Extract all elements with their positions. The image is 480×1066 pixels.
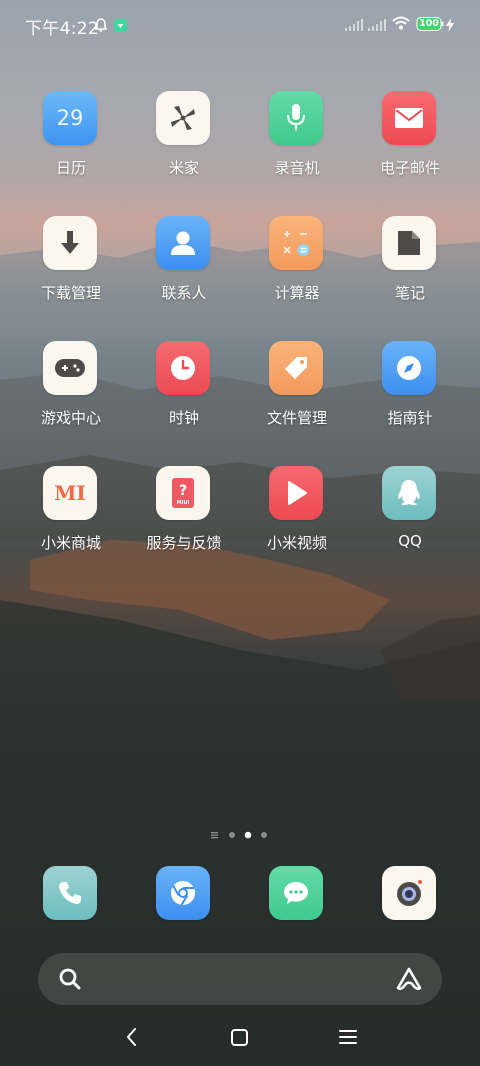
app-mi-store[interactable]: MI 小米商城 bbox=[15, 466, 127, 576]
app-label: 下载管理 bbox=[40, 284, 101, 302]
home-icon[interactable] bbox=[230, 1022, 250, 1056]
svg-text:?: ? bbox=[179, 483, 187, 499]
app-label: 电子邮件 bbox=[379, 159, 440, 177]
app-game-center[interactable]: 游戏中心 bbox=[15, 341, 127, 451]
signal-sim2-icon bbox=[367, 17, 387, 36]
video-play-icon bbox=[269, 466, 323, 520]
gamepad-icon bbox=[43, 341, 97, 395]
page-menu-lines-icon bbox=[211, 832, 218, 839]
app-notes[interactable]: 笔记 bbox=[354, 216, 466, 326]
app-email[interactable]: 电子邮件 bbox=[354, 91, 466, 201]
app-label: 计算器 bbox=[274, 284, 320, 302]
status-bar: 下午4:22 100 bbox=[0, 0, 480, 50]
app-label: 日历 bbox=[55, 159, 86, 177]
app-label: 指南针 bbox=[387, 409, 433, 427]
app-label: 服务与反馈 bbox=[146, 534, 222, 552]
app-contacts[interactable]: 联系人 bbox=[128, 216, 240, 326]
search-icon[interactable] bbox=[58, 967, 82, 995]
calendar-date: 29 bbox=[56, 106, 84, 130]
status-time: 下午4:22 bbox=[25, 19, 99, 39]
compass-icon bbox=[382, 341, 436, 395]
feedback-card-icon: ? MIUI bbox=[172, 478, 194, 508]
app-recorder[interactable]: 录音机 bbox=[241, 91, 353, 201]
app-label: QQ bbox=[398, 532, 422, 550]
signal-sim1-icon bbox=[344, 17, 364, 36]
miui-text: MIUI bbox=[176, 500, 190, 506]
contacts-icon bbox=[156, 216, 210, 270]
notification-app-icon bbox=[114, 17, 127, 36]
app-calculator[interactable]: 计算器 bbox=[241, 216, 353, 326]
assistant-icon[interactable] bbox=[394, 966, 424, 996]
clock-icon bbox=[156, 341, 210, 395]
app-label: 文件管理 bbox=[266, 409, 327, 427]
app-label: 游戏中心 bbox=[40, 409, 101, 427]
app-compass[interactable]: 指南针 bbox=[354, 341, 466, 451]
page-dot[interactable] bbox=[261, 832, 267, 838]
mi-logo-text: MI bbox=[54, 481, 86, 505]
service-feedback-icon: ? MIUI bbox=[156, 466, 210, 520]
mail-icon bbox=[382, 91, 436, 145]
app-label: 米家 bbox=[168, 159, 199, 177]
notes-icon bbox=[382, 216, 436, 270]
app-label: 联系人 bbox=[161, 284, 207, 302]
page-dot[interactable] bbox=[229, 832, 235, 838]
app-qq[interactable]: QQ bbox=[354, 466, 466, 576]
file-tag-icon bbox=[269, 341, 323, 395]
app-mi-home[interactable]: 米家 bbox=[128, 91, 240, 201]
app-file-manager[interactable]: 文件管理 bbox=[241, 341, 353, 451]
camera-icon[interactable] bbox=[382, 866, 436, 920]
app-label: 小米视频 bbox=[266, 534, 327, 552]
calculator-icon bbox=[269, 216, 323, 270]
app-label: 录音机 bbox=[274, 159, 320, 177]
recents-menu-icon[interactable] bbox=[338, 1022, 358, 1056]
qq-penguin-icon bbox=[382, 466, 436, 520]
app-downloads[interactable]: 下载管理 bbox=[15, 216, 127, 326]
phone-icon[interactable] bbox=[43, 866, 97, 920]
download-icon bbox=[43, 216, 97, 270]
browser-icon[interactable] bbox=[156, 866, 210, 920]
battery-level: 100 bbox=[419, 18, 439, 29]
search-bar[interactable] bbox=[38, 953, 442, 1005]
app-label: 时钟 bbox=[168, 409, 199, 427]
app-mi-video[interactable]: 小米视频 bbox=[241, 466, 353, 576]
microphone-icon bbox=[269, 91, 323, 145]
mi-home-icon bbox=[156, 91, 210, 145]
back-icon[interactable] bbox=[124, 1022, 140, 1056]
messages-icon[interactable] bbox=[269, 866, 323, 920]
charging-bolt-icon bbox=[446, 17, 454, 36]
app-label: 小米商城 bbox=[40, 534, 101, 552]
calendar-icon: 29 bbox=[43, 91, 97, 145]
app-service-feedback[interactable]: ? MIUI 服务与反馈 bbox=[128, 466, 240, 576]
page-indicator bbox=[0, 826, 480, 839]
app-calendar[interactable]: 29 日历 bbox=[15, 91, 127, 201]
alarm-icon bbox=[94, 17, 108, 36]
page-dot-current[interactable] bbox=[244, 831, 252, 839]
app-label: 笔记 bbox=[394, 284, 425, 302]
app-clock[interactable]: 时钟 bbox=[128, 341, 240, 451]
wifi-icon bbox=[391, 15, 411, 35]
mi-store-icon: MI bbox=[43, 466, 97, 520]
